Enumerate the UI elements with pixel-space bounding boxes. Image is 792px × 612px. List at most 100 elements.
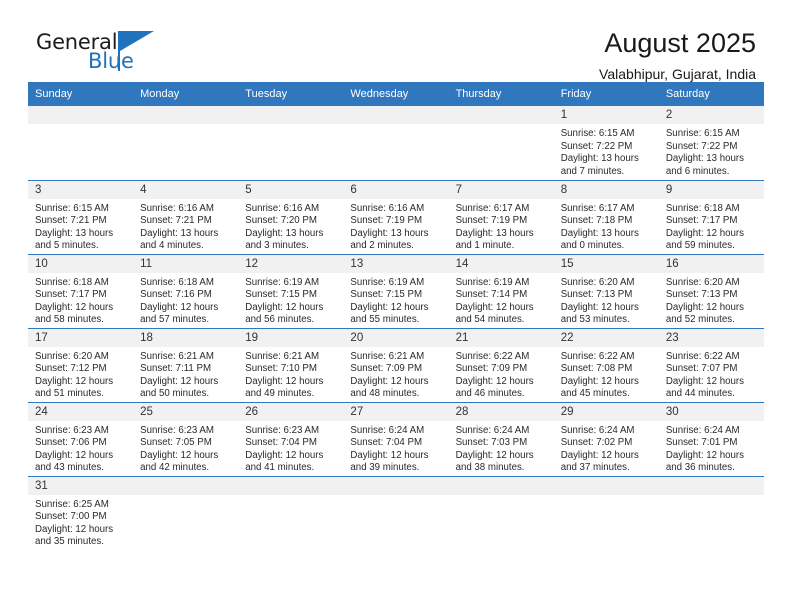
- day-details: Sunrise: 6:15 AM Sunset: 7:21 PM Daylight:…: [28, 199, 133, 253]
- daylight-duration-line2: and 57 minutes.: [140, 314, 210, 326]
- daylight-duration-line1: Daylight: 12 hours: [35, 449, 114, 461]
- daylight-duration-line2: and 38 minutes.: [455, 462, 525, 474]
- calendar-day-cell[interactable]: 29 Sunrise: 6:24 AM Sunset: 7:02 PM Dayligh…: [553, 401, 659, 476]
- calendar-day-cell[interactable]: 24 Sunrise: 6:23 AM Sunset: 7:06 PM Dayligh…: [28, 401, 134, 476]
- logo-text-blue: Blue: [88, 49, 134, 73]
- sunrise-time: Sunrise: 6:19 AM: [350, 276, 425, 288]
- sunset-time: Sunset: 7:19 PM: [455, 215, 528, 227]
- calendar-day-cell[interactable]: 10 Sunrise: 6:18 AM Sunset: 7:17 PM Dayligh…: [28, 253, 134, 328]
- day-details: Sunrise: 6:22 AM Sunset: 7:07 PM Daylight:…: [659, 347, 764, 401]
- day-details: Sunrise: 6:15 AM Sunset: 7:22 PM Daylight:…: [554, 124, 659, 178]
- daylight-duration-line1: Daylight: 13 hours: [35, 227, 114, 239]
- daylight-duration-line1: Daylight: 13 hours: [140, 227, 219, 239]
- calendar-day-cell[interactable]: 23 Sunrise: 6:22 AM Sunset: 7:07 PM Dayligh…: [658, 327, 764, 402]
- calendar-day-cell[interactable]: 22 Sunrise: 6:22 AM Sunset: 7:08 PM Dayligh…: [553, 327, 659, 402]
- day-number: 16: [658, 254, 764, 273]
- sunset-time: Sunset: 7:17 PM: [35, 289, 107, 301]
- sunrise-time: Sunrise: 6:16 AM: [245, 202, 320, 214]
- calendar-day-cell[interactable]: 27 Sunrise: 6:24 AM Sunset: 7:04 PM Dayligh…: [343, 401, 449, 476]
- day-number: 29: [553, 402, 659, 421]
- day-number: 9: [658, 180, 764, 199]
- calendar-day-cell[interactable]: 26 Sunrise: 6:23 AM Sunset: 7:04 PM Dayligh…: [238, 401, 344, 476]
- day-details: Sunrise: 6:24 AM Sunset: 7:03 PM Daylight:…: [449, 421, 554, 475]
- calendar-week-row: 3 Sunrise: 6:15 AM Sunset: 7:21 PM Daylight…: [28, 179, 764, 254]
- day-number: 17: [28, 328, 134, 347]
- sunset-time: Sunset: 7:21 PM: [35, 215, 107, 227]
- daylight-duration-line2: and 2 minutes.: [350, 240, 414, 252]
- calendar-day-cell[interactable]: 9 Sunrise: 6:18 AM Sunset: 7:17 PM Daylight…: [658, 179, 764, 254]
- daylight-duration-line2: and 37 minutes.: [560, 462, 630, 474]
- daylight-duration-line1: Daylight: 12 hours: [350, 449, 429, 461]
- daylight-duration-line2: and 45 minutes.: [560, 388, 630, 400]
- calendar-cell-empty: [343, 106, 449, 180]
- calendar-day-cell[interactable]: 4 Sunrise: 6:16 AM Sunset: 7:21 PM Daylight…: [133, 179, 239, 254]
- sunrise-time: Sunrise: 6:15 AM: [665, 128, 740, 139]
- calendar-day-cell[interactable]: 5 Sunrise: 6:16 AM Sunset: 7:20 PM Daylight…: [238, 179, 344, 254]
- calendar-cell-empty: [448, 106, 554, 180]
- calendar-week-row: 10 Sunrise: 6:18 AM Sunset: 7:17 PM Dayligh…: [28, 253, 764, 328]
- calendar-day-cell[interactable]: 15 Sunrise: 6:20 AM Sunset: 7:13 PM Dayligh…: [553, 253, 659, 328]
- daylight-duration-line2: and 3 minutes.: [245, 240, 309, 252]
- calendar-day-cell[interactable]: 19 Sunrise: 6:21 AM Sunset: 7:10 PM Dayligh…: [238, 327, 344, 402]
- day-number: [238, 476, 344, 495]
- day-number: 13: [343, 254, 449, 273]
- calendar-cell-empty: [658, 475, 764, 550]
- daylight-duration-line1: Daylight: 12 hours: [35, 301, 114, 313]
- calendar-day-cell[interactable]: 13 Sunrise: 6:19 AM Sunset: 7:15 PM Dayligh…: [343, 253, 449, 328]
- daylight-duration-line1: Daylight: 12 hours: [455, 449, 534, 461]
- daylight-duration-line2: and 50 minutes.: [140, 388, 210, 400]
- daylight-duration-line1: Daylight: 12 hours: [35, 523, 114, 535]
- day-details: Sunrise: 6:20 AM Sunset: 7:12 PM Daylight:…: [28, 347, 133, 401]
- day-number: 18: [133, 328, 239, 347]
- calendar-day-cell[interactable]: 1 Sunrise: 6:15 AM Sunset: 7:22 PM Daylight…: [553, 106, 659, 180]
- daylight-duration-line1: Daylight: 12 hours: [350, 301, 429, 313]
- day-details: Sunrise: 6:15 AM Sunset: 7:22 PM Daylight:…: [659, 124, 764, 178]
- day-details: Sunrise: 6:21 AM Sunset: 7:09 PM Daylight:…: [343, 347, 448, 401]
- calendar-day-cell[interactable]: 6 Sunrise: 6:16 AM Sunset: 7:19 PM Daylight…: [343, 179, 449, 254]
- day-number: 15: [553, 254, 659, 273]
- daylight-duration-line1: Daylight: 13 hours: [665, 153, 744, 165]
- calendar-day-cell[interactable]: 20 Sunrise: 6:21 AM Sunset: 7:09 PM Dayligh…: [343, 327, 449, 402]
- calendar-cell-empty: [238, 475, 344, 550]
- calendar-cell-empty: [28, 106, 134, 180]
- calendar-day-cell[interactable]: 31 Sunrise: 6:25 AM Sunset: 7:00 PM Dayligh…: [28, 475, 134, 550]
- calendar-week-row: 31 Sunrise: 6:25 AM Sunset: 7:00 PM Dayligh…: [28, 475, 764, 550]
- calendar-day-cell[interactable]: 11 Sunrise: 6:18 AM Sunset: 7:16 PM Dayligh…: [133, 253, 239, 328]
- sunset-time: Sunset: 7:22 PM: [560, 140, 633, 152]
- calendar-day-cell[interactable]: 16 Sunrise: 6:20 AM Sunset: 7:13 PM Dayligh…: [658, 253, 764, 328]
- day-details: Sunrise: 6:16 AM Sunset: 7:20 PM Daylight:…: [238, 199, 343, 253]
- day-number: [448, 476, 554, 495]
- calendar-day-cell[interactable]: 8 Sunrise: 6:17 AM Sunset: 7:18 PM Daylight…: [553, 179, 659, 254]
- calendar-day-cell[interactable]: 21 Sunrise: 6:22 AM Sunset: 7:09 PM Dayligh…: [448, 327, 554, 402]
- day-number: 2: [658, 106, 764, 124]
- calendar-day-cell[interactable]: 2 Sunrise: 6:15 AM Sunset: 7:22 PM Daylight…: [658, 106, 764, 180]
- calendar-day-cell[interactable]: 18 Sunrise: 6:21 AM Sunset: 7:11 PM Dayligh…: [133, 327, 239, 402]
- weekday-header-wednesday: Wednesday: [343, 82, 449, 106]
- calendar-day-cell[interactable]: 30 Sunrise: 6:24 AM Sunset: 7:01 PM Dayligh…: [658, 401, 764, 476]
- day-details: Sunrise: 6:24 AM Sunset: 7:04 PM Daylight:…: [343, 421, 448, 475]
- day-number: [343, 476, 449, 495]
- calendar-day-cell[interactable]: 28 Sunrise: 6:24 AM Sunset: 7:03 PM Dayligh…: [448, 401, 554, 476]
- weekday-header-monday: Monday: [133, 82, 239, 106]
- generalblue-logo[interactable]: General Blue: [36, 28, 186, 76]
- sunset-time: Sunset: 7:05 PM: [140, 437, 212, 449]
- sunset-time: Sunset: 7:17 PM: [665, 215, 738, 227]
- sunset-time: Sunset: 7:15 PM: [350, 289, 423, 301]
- sunrise-time: Sunrise: 6:25 AM: [35, 498, 109, 510]
- calendar-day-cell[interactable]: 25 Sunrise: 6:23 AM Sunset: 7:05 PM Dayligh…: [133, 401, 239, 476]
- daylight-duration-line2: and 52 minutes.: [665, 314, 735, 326]
- calendar-cell-empty: [553, 475, 659, 550]
- day-number: [343, 106, 449, 124]
- sunset-time: Sunset: 7:13 PM: [560, 289, 633, 301]
- calendar-day-cell[interactable]: 14 Sunrise: 6:19 AM Sunset: 7:14 PM Dayligh…: [448, 253, 554, 328]
- daylight-duration-line2: and 0 minutes.: [560, 240, 625, 252]
- daylight-duration-line2: and 42 minutes.: [140, 462, 210, 474]
- day-details: Sunrise: 6:16 AM Sunset: 7:19 PM Daylight:…: [343, 199, 448, 253]
- calendar-day-cell[interactable]: 12 Sunrise: 6:19 AM Sunset: 7:15 PM Dayligh…: [238, 253, 344, 328]
- calendar-day-cell[interactable]: 7 Sunrise: 6:17 AM Sunset: 7:19 PM Daylight…: [448, 179, 554, 254]
- sunrise-time: Sunrise: 6:21 AM: [140, 350, 214, 362]
- calendar-day-cell[interactable]: 3 Sunrise: 6:15 AM Sunset: 7:21 PM Daylight…: [28, 179, 134, 254]
- daylight-duration-line1: Daylight: 12 hours: [245, 375, 324, 387]
- daylight-duration-line1: Daylight: 12 hours: [665, 301, 744, 313]
- calendar-day-cell[interactable]: 17 Sunrise: 6:20 AM Sunset: 7:12 PM Dayligh…: [28, 327, 134, 402]
